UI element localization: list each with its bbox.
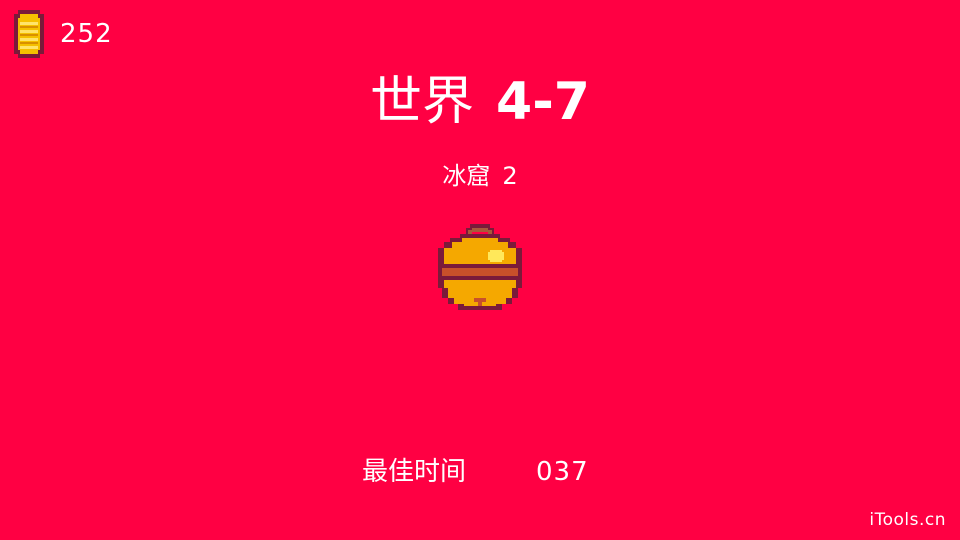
- best-time: 最佳时间 037: [362, 454, 602, 490]
- world-title: 世界 4-7: [0, 70, 960, 134]
- world-number: 4-7: [496, 72, 590, 132]
- coin-count: 252: [60, 19, 113, 49]
- golden-bell-icon: [438, 224, 522, 310]
- coin-icon: [14, 10, 44, 58]
- level-name: 冰窟 2: [0, 160, 960, 192]
- coin-counter: 252: [12, 10, 113, 58]
- watermark: iTools.cn: [869, 510, 946, 530]
- best-time-label: 最佳时间: [362, 457, 467, 487]
- best-time-value: 037: [536, 457, 589, 487]
- level-name-label: 冰窟: [442, 162, 491, 190]
- world-label: 世界: [370, 72, 475, 132]
- level-name-number: 2: [502, 162, 518, 190]
